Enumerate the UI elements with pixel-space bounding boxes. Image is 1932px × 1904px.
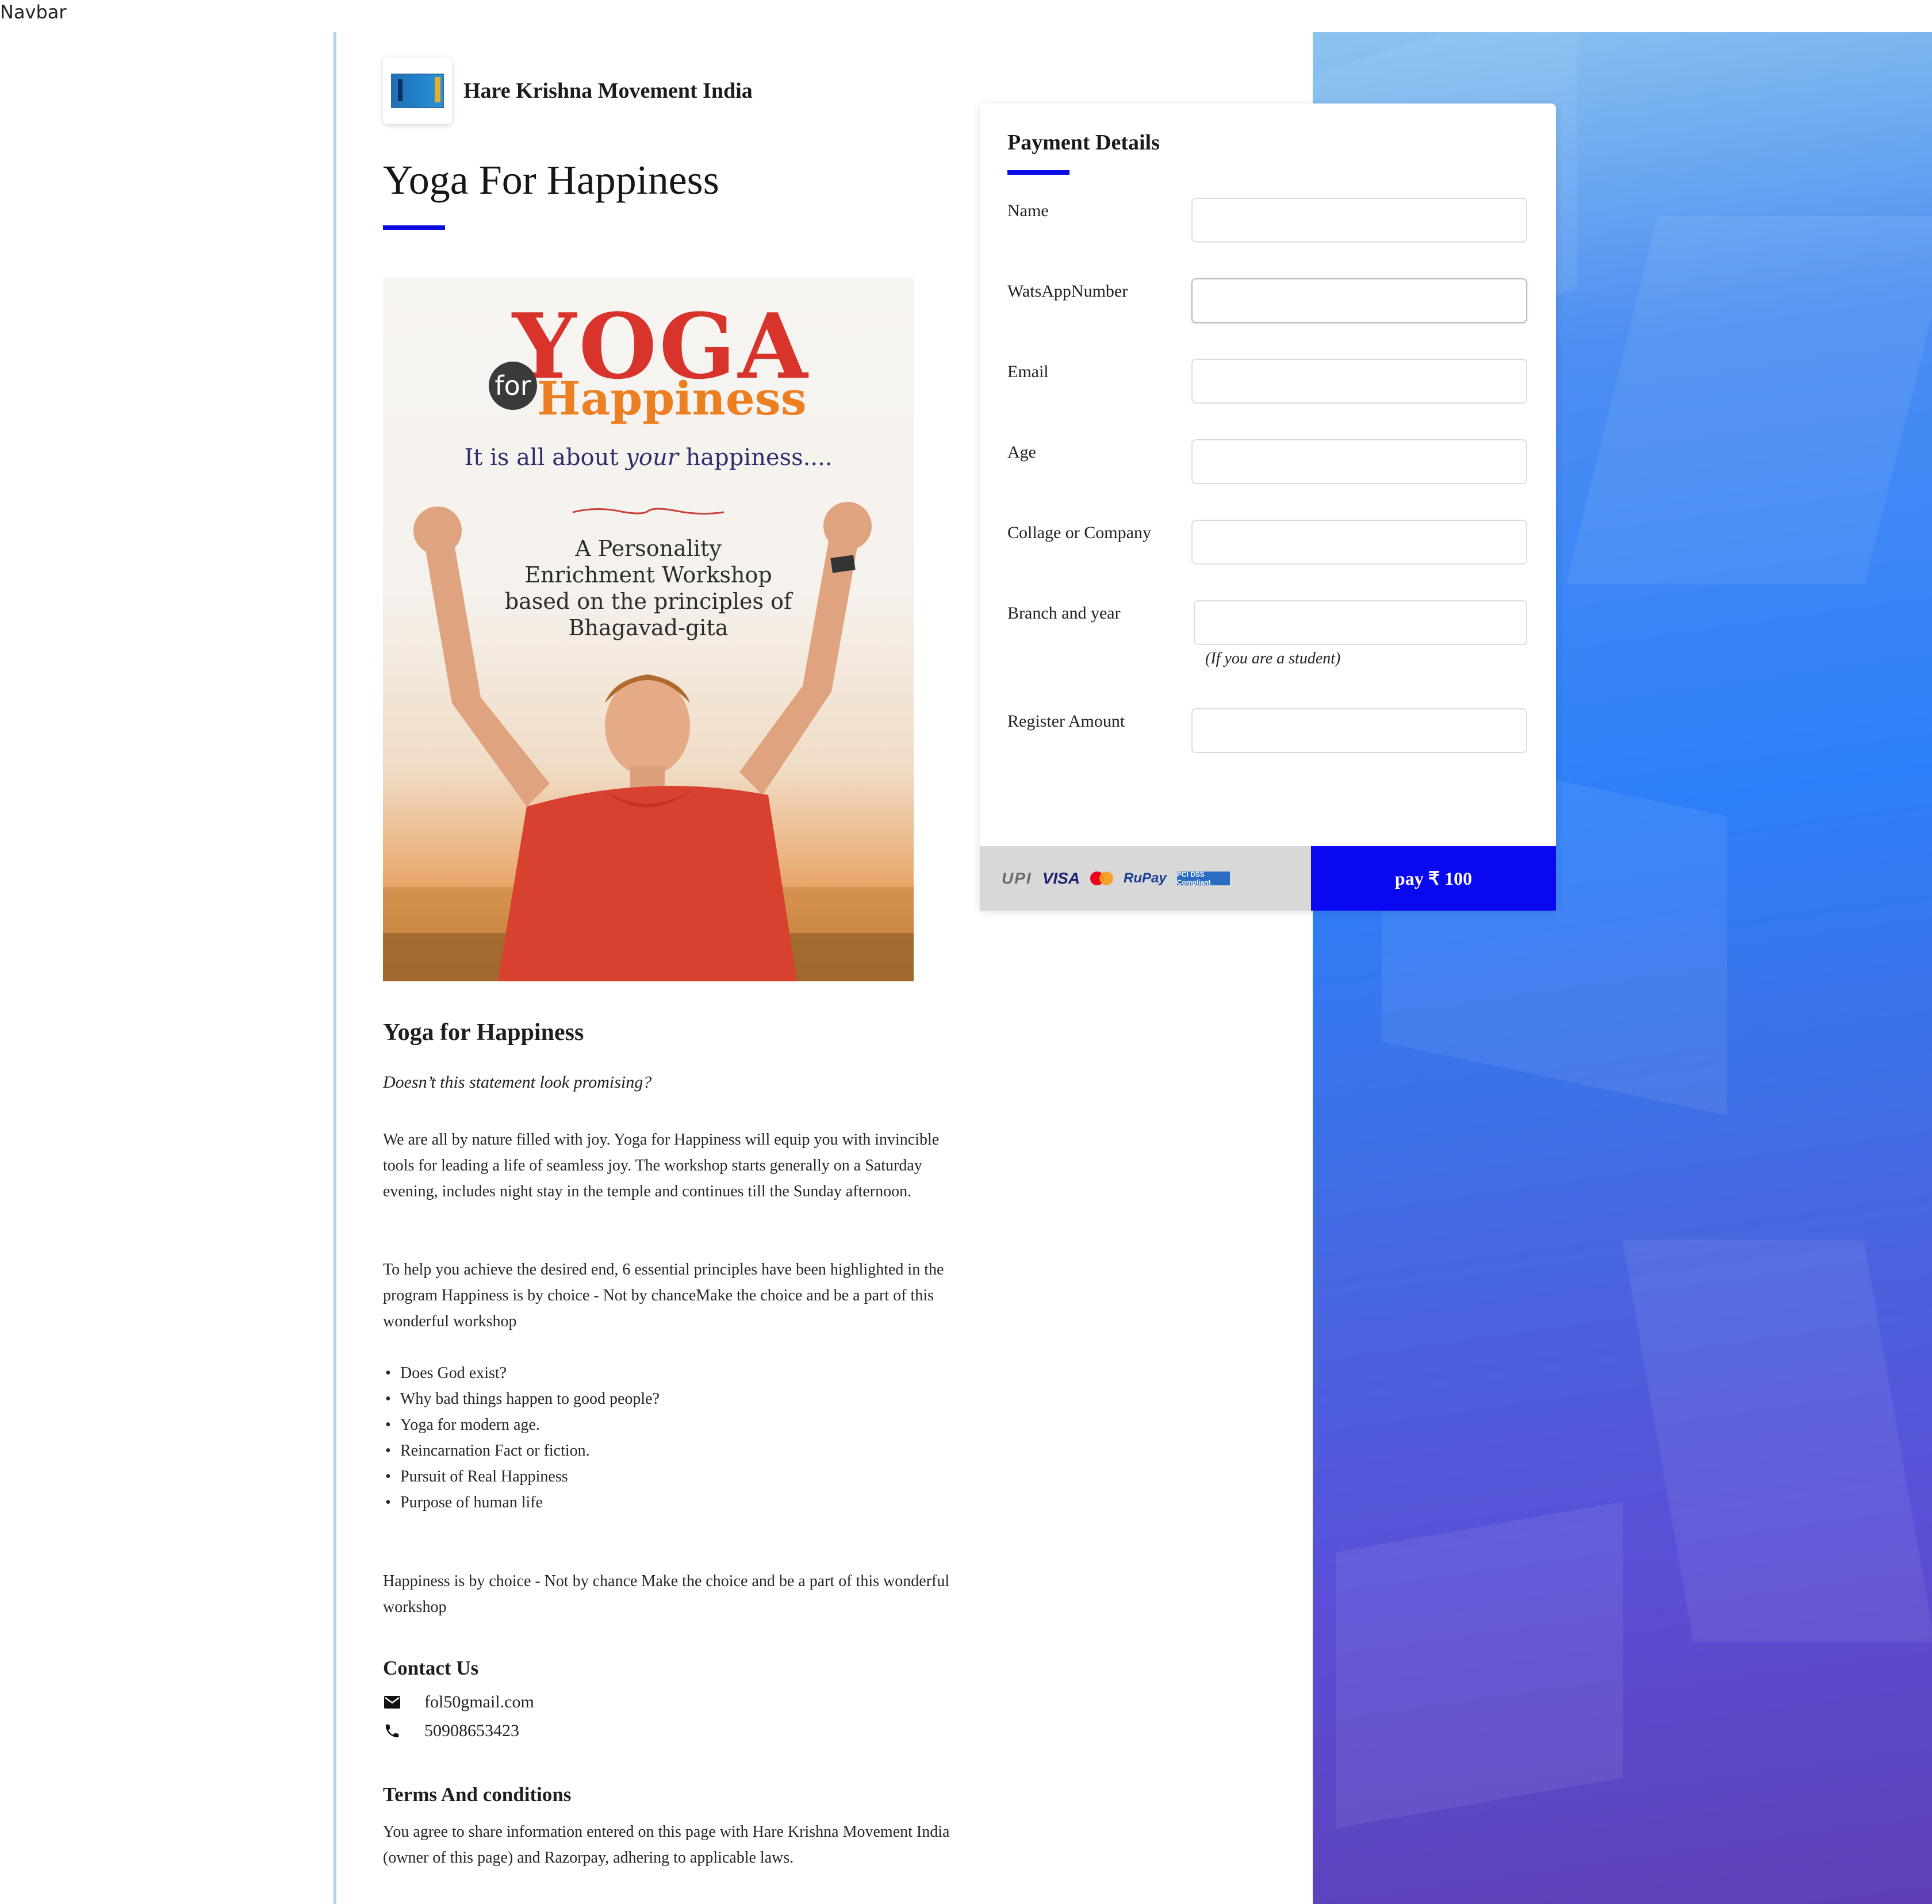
brand-header: Hare Krishna Movement India xyxy=(383,57,753,124)
upi-icon: UPI xyxy=(1002,869,1032,887)
branch-year-label: Branch and year xyxy=(1007,604,1121,623)
register-amount-input[interactable] xyxy=(1191,708,1527,753)
email-input[interactable] xyxy=(1191,359,1527,404)
mastercard-icon xyxy=(1090,872,1114,885)
branch-year-input[interactable] xyxy=(1194,600,1527,645)
description-tagline: Doesn’t this statement look promising? xyxy=(383,1073,652,1092)
payment-form: Payment Details Name WatsAppNumber Email… xyxy=(980,103,1556,911)
payment-heading-underline xyxy=(1007,170,1070,175)
visa-icon: VISA xyxy=(1042,869,1080,887)
name-label: Name xyxy=(1007,201,1049,220)
rupay-icon: RuPay xyxy=(1124,870,1167,886)
terms-heading: Terms And conditions xyxy=(383,1783,572,1806)
whatsapp-number-label: WatsAppNumber xyxy=(1007,282,1128,301)
description-paragraph: Happiness is by choice - Not by chance M… xyxy=(383,1572,950,1616)
age-input[interactable] xyxy=(1191,439,1527,484)
contact-phone[interactable]: 50908653423 xyxy=(383,1721,519,1741)
contact-heading: Contact Us xyxy=(383,1657,479,1679)
page-title: Yoga For Happiness xyxy=(383,157,719,203)
list-item: Pursuit of Real Happiness xyxy=(383,1464,660,1490)
organization-logo-icon xyxy=(383,57,452,124)
whatsapp-number-input[interactable] xyxy=(1191,278,1527,323)
age-label: Age xyxy=(1007,443,1036,462)
topics-list: Does God exist? Why bad things happen to… xyxy=(383,1360,660,1515)
description-paragraph: To help you achieve the desired end, 6 e… xyxy=(383,1261,944,1330)
phone-icon xyxy=(383,1722,401,1740)
college-company-input[interactable] xyxy=(1191,520,1527,565)
payment-footer: UPI VISA RuPay PCI DSS Compliant pay ₹ 1… xyxy=(980,846,1556,911)
payment-methods: UPI VISA RuPay PCI DSS Compliant xyxy=(980,846,1311,911)
poster-subtitle: A Personality Enrichment Workshop based … xyxy=(504,536,792,640)
payment-heading: Payment Details xyxy=(1007,130,1160,155)
name-input[interactable] xyxy=(1191,198,1527,243)
branch-year-hint: (If you are a student) xyxy=(1205,650,1341,667)
list-item: Yoga for modern age. xyxy=(383,1412,660,1438)
contact-email[interactable]: fol50gmail.com xyxy=(383,1692,534,1712)
terms-text: You agree to share information entered o… xyxy=(383,1823,950,1867)
list-item: Does God exist? xyxy=(383,1360,660,1386)
organization-name: Hare Krishna Movement India xyxy=(463,79,753,103)
list-item: Why bad things happen to good people? xyxy=(383,1386,660,1412)
event-poster-image: YOGA for Happiness It is all about your … xyxy=(383,278,914,981)
list-item: Purpose of human life xyxy=(383,1490,660,1515)
description-heading: Yoga for Happiness xyxy=(383,1019,584,1046)
navbar-label: Navbar xyxy=(0,1,67,23)
poster-tagline: It is all about your happiness.... xyxy=(464,444,833,471)
pay-button[interactable]: pay ₹ 100 xyxy=(1311,846,1556,911)
college-company-label: Collage or Company xyxy=(1007,523,1151,542)
contact-phone-text: 50908653423 xyxy=(424,1721,519,1740)
description-paragraph: We are all by nature filled with joy. Yo… xyxy=(383,1131,940,1200)
title-underline xyxy=(383,225,445,230)
register-amount-label: Register Amount xyxy=(1007,712,1125,731)
left-border-rule xyxy=(334,32,336,1904)
pci-dss-icon: PCI DSS Compliant xyxy=(1176,870,1230,886)
email-label: Email xyxy=(1007,362,1049,381)
contact-email-text: fol50gmail.com xyxy=(424,1692,534,1711)
list-item: Reincarnation Fact or fiction. xyxy=(383,1438,660,1464)
decorative-swirl-icon xyxy=(573,508,724,515)
mail-icon xyxy=(383,1693,401,1711)
poster-for-badge: for xyxy=(489,362,537,410)
poster-happiness: Happiness xyxy=(537,371,807,425)
